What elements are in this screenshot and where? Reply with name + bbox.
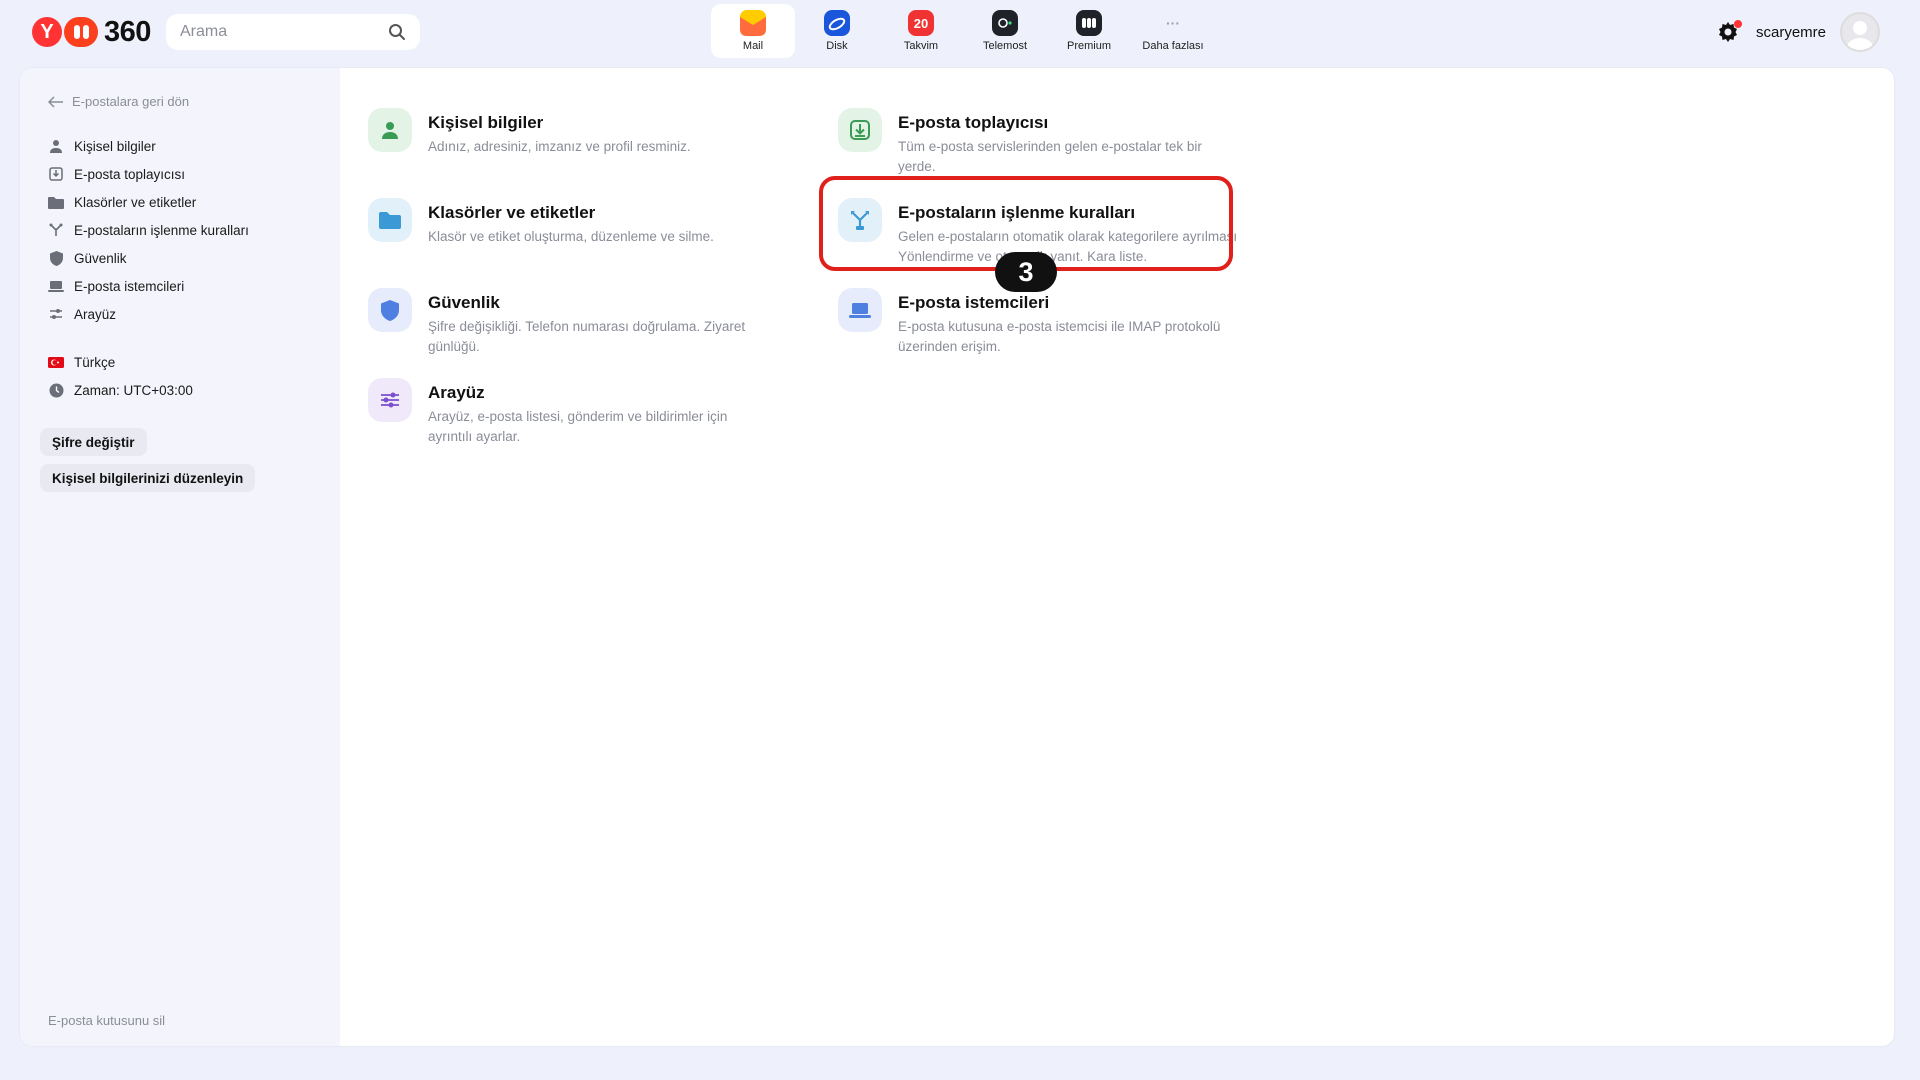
app-mail[interactable]: Mail — [711, 4, 795, 58]
turkey-flag-icon — [48, 354, 64, 370]
sliders-icon — [48, 306, 64, 322]
app-more-label: Daha fazlası — [1142, 40, 1204, 52]
app-telemost[interactable]: Telemost — [963, 4, 1047, 58]
tile-title: E-posta toplayıcısı — [898, 113, 1049, 132]
edit-personal-info-button[interactable]: Kişisel bilgilerinizi düzenleyin — [40, 464, 256, 492]
laptop-icon — [838, 288, 882, 332]
tile-clients[interactable]: E-posta istemcileri E-posta kutusuna e-p… — [838, 288, 1258, 357]
sidebar-locale: Türkçe Zaman: UTC+03:00 — [48, 348, 193, 404]
app-disk-label: Disk — [826, 40, 848, 52]
sidebar-item-clients[interactable]: E-posta istemcileri — [48, 272, 249, 300]
tile-title: Arayüz — [428, 383, 485, 402]
folder-icon — [368, 198, 412, 242]
yandex-360-logo[interactable]: Y 360 — [32, 16, 151, 48]
shield-icon — [368, 288, 412, 332]
tile-description: Klasör ve etiket oluşturma, düzenleme ve… — [428, 229, 714, 244]
search-icon[interactable] — [388, 23, 406, 41]
rules-icon — [48, 222, 64, 238]
notification-dot — [1733, 20, 1742, 28]
sidebar-item-folders[interactable]: Klasörler ve etiketler — [48, 188, 249, 216]
tile-description: Tüm e-posta servislerinden gelen e-posta… — [898, 139, 1202, 174]
language-label: Türkçe — [74, 354, 116, 370]
person-icon — [48, 138, 64, 154]
tile-title: Kişisel bilgiler — [428, 113, 544, 132]
sidebar-item-interface[interactable]: Arayüz — [48, 300, 249, 328]
delete-mailbox-link[interactable]: E-posta kutusunu sil — [48, 1013, 165, 1028]
header-user-area: scaryemre — [1714, 12, 1880, 52]
sidebar-item-label: Arayüz — [74, 306, 117, 322]
sidebar-item-personal[interactable]: Kişisel bilgiler — [48, 132, 249, 160]
sidebar-actions: Şifre değiştir Kişisel bilgilerinizi düz… — [40, 428, 256, 492]
tile-description: Arayüz, e-posta listesi, gönderim ve bil… — [428, 409, 728, 444]
change-password-button[interactable]: Şifre değiştir — [40, 428, 147, 456]
sidebar-item-label: E-posta istemcileri — [74, 278, 185, 294]
sidebar-item-label: E-postaların işlenme kuralları — [74, 222, 249, 238]
telemost-icon — [992, 10, 1018, 36]
tile-interface[interactable]: Arayüz Arayüz, e-posta listesi, gönderim… — [368, 378, 788, 447]
app-disk[interactable]: Disk — [795, 4, 879, 58]
avatar[interactable] — [1840, 12, 1880, 52]
tile-description: E-posta kutusuna e-posta istemcisi ile I… — [898, 319, 1221, 354]
timezone-selector[interactable]: Zaman: UTC+03:00 — [48, 376, 193, 404]
app-switcher: Mail Disk 20 Takvim Telemost Premium ···… — [711, 4, 1215, 58]
calendar-icon: 20 — [908, 10, 934, 36]
mail-icon — [740, 10, 766, 36]
sidebar-nav: Kişisel bilgiler E-posta toplayıcısı Kla… — [48, 132, 249, 328]
tile-collector[interactable]: E-posta toplayıcısı Tüm e-posta servisle… — [838, 108, 1258, 177]
tile-folders[interactable]: Klasörler ve etiketler Klasör ve etiket … — [368, 198, 788, 247]
tile-title: E-posta istemcileri — [898, 293, 1050, 312]
step-badge: 3 — [995, 252, 1057, 292]
sidebar-item-security[interactable]: Güvenlik — [48, 244, 249, 272]
app-telemost-label: Telemost — [982, 40, 1028, 52]
language-selector[interactable]: Türkçe — [48, 348, 193, 376]
collector-icon — [838, 108, 882, 152]
shield-icon — [48, 250, 64, 266]
search-input[interactable]: Arama — [166, 14, 420, 50]
sidebar-item-label: Kişisel bilgiler — [74, 138, 156, 154]
sidebar-item-label: Klasörler ve etiketler — [74, 194, 197, 210]
tile-security[interactable]: Güvenlik Şifre değişikliği. Telefon numa… — [368, 288, 788, 357]
back-to-mail-link[interactable]: E-postalara geri dön — [48, 94, 189, 109]
sliders-icon — [368, 378, 412, 422]
app-calendar-label: Takvim — [903, 40, 939, 52]
app-more[interactable]: ··· Daha fazlası — [1131, 4, 1215, 58]
tile-title: Güvenlik — [428, 293, 500, 312]
app-premium-label: Premium — [1066, 40, 1111, 52]
username[interactable]: scaryemre — [1756, 24, 1826, 41]
top-bar: Y 360 Arama Mail Disk 20 Takvim Telemost… — [0, 0, 1920, 68]
back-label: E-postalara geri dön — [72, 94, 190, 109]
tile-personal[interactable]: Kişisel bilgiler Adınız, adresiniz, imza… — [368, 108, 788, 157]
sidebar-item-label: Güvenlik — [74, 250, 127, 266]
laptop-icon — [48, 278, 64, 294]
app-mail-label: Mail — [742, 40, 764, 52]
calendar-date: 20 — [913, 15, 929, 31]
tile-title: Klasörler ve etiketler — [428, 203, 596, 222]
collector-icon — [48, 166, 64, 182]
more-icon: ··· — [1166, 15, 1180, 31]
tile-description: Şifre değişikliği. Telefon numarası doğr… — [428, 319, 746, 354]
premium-icon — [1076, 10, 1102, 36]
person-icon — [368, 108, 412, 152]
app-calendar[interactable]: 20 Takvim — [879, 4, 963, 58]
app-premium[interactable]: Premium — [1047, 4, 1131, 58]
arrow-left-icon — [48, 95, 63, 108]
tile-description: Adınız, adresiniz, imzanız ve profil res… — [428, 139, 691, 154]
logo-y-mark: Y — [32, 17, 62, 47]
clock-icon — [48, 382, 64, 398]
logo-text: 360 — [104, 15, 151, 48]
settings-sidebar: E-postalara geri dön Kişisel bilgiler E-… — [20, 68, 340, 1046]
search-placeholder: Arama — [180, 23, 228, 40]
sidebar-item-rules[interactable]: E-postaların işlenme kuralları — [48, 216, 249, 244]
timezone-label: Zaman: UTC+03:00 — [74, 382, 193, 398]
logo-dots-mark — [64, 17, 98, 47]
sidebar-item-label: E-posta toplayıcısı — [74, 166, 186, 182]
sidebar-item-collector[interactable]: E-posta toplayıcısı — [48, 160, 249, 188]
disk-icon — [824, 10, 850, 36]
settings-button[interactable] — [1714, 18, 1742, 46]
folder-icon — [48, 194, 64, 210]
